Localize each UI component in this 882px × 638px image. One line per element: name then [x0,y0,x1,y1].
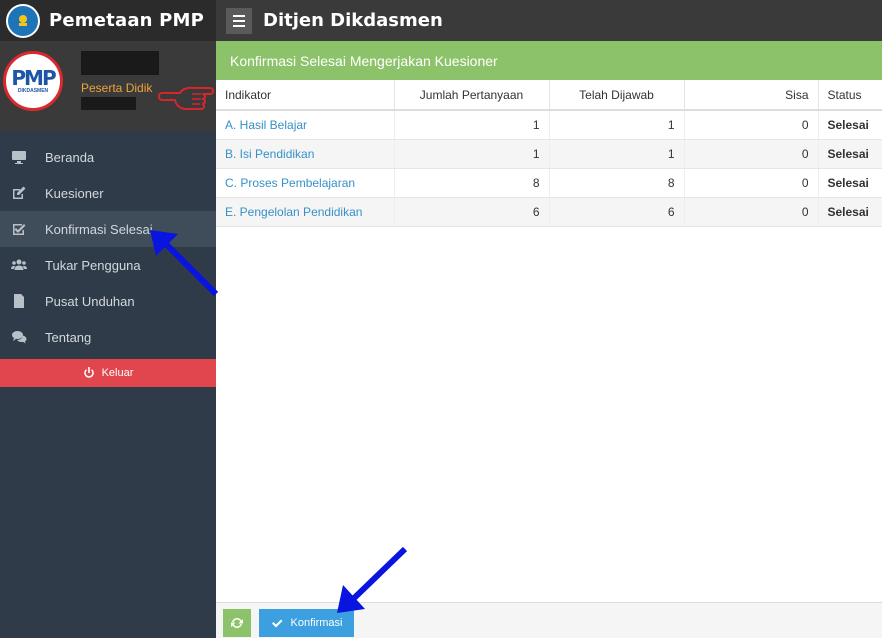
sidebar-item-label: Pusat Unduhan [45,293,135,309]
sidebar-item-beranda[interactable]: Beranda [0,139,216,175]
cell-dijawab: 6 [549,197,685,227]
user-role: Peserta Didik [81,81,153,95]
sidebar-item-konfirmasi-selesai[interactable]: Konfirmasi Selesai [0,211,216,247]
panel-title: Konfirmasi Selesai Mengerjakan Kuesioner [230,52,498,69]
panel-footer: Konfirmasi [216,602,882,638]
users-icon [10,256,28,274]
tut-wuri-logo-icon [6,3,40,38]
avatar: PMP DIKDASMEN [3,51,63,111]
cell-sisa: 0 [684,139,819,169]
cell-dijawab: 1 [549,139,685,169]
sidebar-item-label: Tukar Pengguna [45,257,141,273]
cell-dijawab: 1 [549,110,685,140]
table-row: B. Isi Pendidikan 1 1 0 Selesai [216,139,882,169]
indicator-link[interactable]: A. Hasil Belajar [225,118,307,132]
power-icon [83,367,94,378]
table-row: E. Pengelolan Pendidikan 6 6 0 Selesai [216,197,882,227]
cell-jumlah: 1 [394,139,550,169]
indicator-link[interactable]: C. Proses Pembelajaran [225,176,355,190]
cell-jumlah: 1 [394,110,550,140]
column-header-telah-dijawab: Telah Dijawab [549,80,685,111]
sidebar-item-label: Kuesioner [45,185,104,201]
sidebar-item-tukar-pengguna[interactable]: Tukar Pengguna [0,247,216,283]
redacted-username [81,51,159,75]
sidebar-item-label: Tentang [45,329,92,345]
sidebar-item-tentang[interactable]: Tentang [0,319,216,355]
check-icon [271,619,283,628]
avatar-logo-subtext: DIKDASMEN [17,88,49,94]
cell-sisa: 0 [684,168,819,198]
sidebar-item-label: Konfirmasi Selesai [45,221,153,237]
indicator-link[interactable]: B. Isi Pendidikan [225,147,314,161]
cell-jumlah: 6 [394,197,550,227]
table-row: C. Proses Pembelajaran 8 8 0 Selesai [216,168,882,198]
column-header-status: Status [818,80,882,111]
logout-button[interactable]: Keluar [0,359,216,387]
table-row: A. Hasil Belajar 1 1 0 Selesai [216,110,882,140]
hamburger-icon [233,14,245,17]
column-header-jumlah-pertanyaan: Jumlah Pertanyaan [394,80,550,111]
user-profile: PMP DIKDASMEN Peserta Didik [0,41,216,131]
page-title: Ditjen Dikdasmen [263,10,443,31]
panel-header: Konfirmasi Selesai Mengerjakan Kuesioner [216,41,882,80]
brand-bar: Pemetaan PMP [0,0,216,41]
status-badge: Selesai [818,139,882,169]
confirmation-table: Indikator Jumlah Pertanyaan Telah Dijawa… [216,80,882,227]
menu-toggle-button[interactable] [226,7,252,34]
status-badge: Selesai [818,110,882,140]
redacted-id [81,97,136,110]
sidebar-item-kuesioner[interactable]: Kuesioner [0,175,216,211]
column-header-sisa: Sisa [684,80,819,111]
cell-sisa: 0 [684,110,819,140]
cell-dijawab: 8 [549,168,685,198]
indicator-link[interactable]: E. Pengelolan Pendidikan [225,205,362,219]
cell-sisa: 0 [684,197,819,227]
brand-title: Pemetaan PMP [49,10,205,31]
confirm-button[interactable]: Konfirmasi [259,609,354,637]
status-badge: Selesai [818,168,882,198]
desktop-icon [10,148,28,166]
avatar-logo-text: PMP [11,66,56,90]
edit-icon [10,184,28,202]
table-header-row: Indikator Jumlah Pertanyaan Telah Dijawa… [216,80,882,111]
sidebar-item-pusat-unduhan[interactable]: Pusat Unduhan [0,283,216,319]
logout-label: Keluar [101,367,134,379]
status-badge: Selesai [818,197,882,227]
cell-jumlah: 8 [394,168,550,198]
comments-icon [10,328,28,346]
checkbox-icon [10,220,28,238]
column-header-indikator: Indikator [216,80,395,111]
sidebar-nav: Beranda Kuesioner Konfirmasi Selesai Tuk… [0,139,216,355]
confirm-label: Konfirmasi [290,617,343,629]
refresh-icon [231,617,243,629]
file-icon [10,292,28,310]
sidebar: Pemetaan PMP PMP DIKDASMEN Peserta Didik… [0,0,216,638]
sidebar-item-label: Beranda [45,149,95,165]
topbar: Ditjen Dikdasmen [216,0,882,41]
refresh-button[interactable] [223,609,251,637]
